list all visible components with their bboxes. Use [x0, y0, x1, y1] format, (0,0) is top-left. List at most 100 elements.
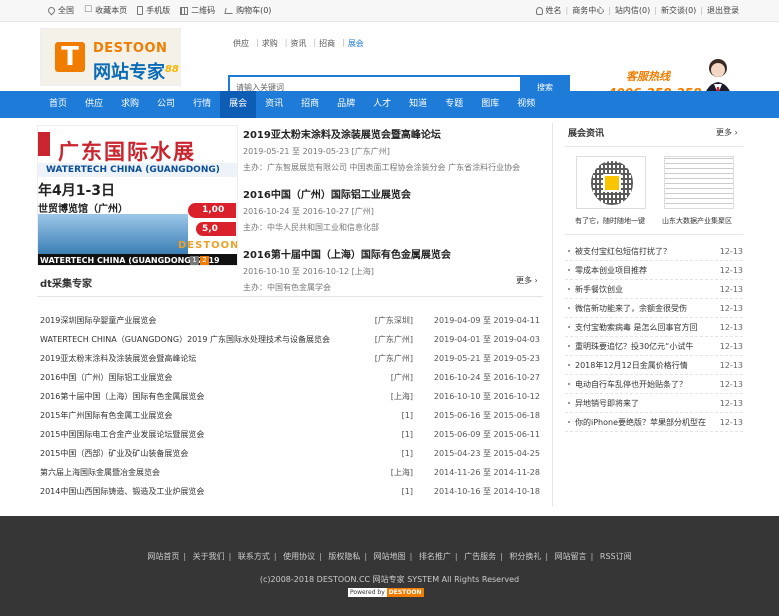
nav-item-expo[interactable]: 展会	[220, 91, 257, 118]
footer-link-contact[interactable]: 联系方式	[238, 552, 270, 561]
nav-item-invest[interactable]: 招商	[292, 91, 328, 118]
table-row[interactable]: 2019亚太粉末涂料及涂装展览会暨高峰论坛 [广东广州] 2019-05-21 至 …	[40, 349, 540, 368]
banner-logo	[38, 132, 50, 156]
nav-item-video[interactable]: 视频	[508, 91, 544, 118]
qrcode-image[interactable]	[576, 156, 646, 209]
featured-expos: 2019亚太粉末涂料及涂装展览会暨高峰论坛 2019-05-21 至 2019-…	[243, 126, 543, 306]
document-thumbnail[interactable]	[664, 156, 734, 209]
expo-banner[interactable]: 广东国际水展 WATERTECH CHINA (GUANGDONG) 年4月1-…	[37, 125, 238, 266]
header: T DESTOON 网站专家 88 供应 | 求购 | 资讯 | 招商 | 展会 请输入…	[0, 22, 779, 108]
region-link[interactable]: 全国	[46, 5, 74, 16]
table-row[interactable]: 2019深圳国际孕婴童产业展览会 [广东深圳] 2019-04-09 至 2019-…	[40, 311, 540, 330]
featured-expo-title[interactable]: 2016中国（广州）国际铝工业展览会	[243, 186, 543, 201]
list-item[interactable]: 支付宝勒索病毒 是怎么回事官方回 12-13	[565, 318, 743, 337]
right-more-link[interactable]: 更多 ›	[716, 127, 738, 138]
featured-expo-title[interactable]: 2016第十届中国（上海）国际有色金属展览会	[243, 246, 543, 261]
bookmark-label: 收藏本页	[95, 6, 128, 15]
featured-expo: 2019亚太粉末涂料及涂装展览会暨高峰论坛 2019-05-21 至 2019-…	[243, 126, 543, 173]
search-tab-buy[interactable]: 求购	[262, 38, 278, 49]
footer-link-ads[interactable]: 广告服务	[464, 552, 496, 561]
list-item[interactable]: 电动自行车乱停也开始贴条了？ 12-13	[565, 375, 743, 394]
phone-icon	[137, 6, 144, 15]
list-item[interactable]: 零成本创业项目推荐 12-13	[565, 261, 743, 280]
nav-item-talent[interactable]: 人才	[364, 91, 400, 118]
nav-item-news[interactable]: 资讯	[256, 91, 292, 118]
banner-date: 年4月1-3日	[38, 183, 116, 199]
list-item[interactable]: 2018年12月12日金属价格行情 12-13	[565, 356, 743, 375]
chevron-right-icon: ›	[734, 128, 738, 137]
banner-dot-2[interactable]: 2	[200, 256, 209, 265]
mobile-link[interactable]: 手机版	[137, 5, 170, 16]
featured-expo-date: 2019-05-21 至 2019-05-23 [广东广州]	[243, 147, 390, 156]
chevron-right-icon: ›	[534, 276, 538, 285]
list-item[interactable]: 你的iPhone要绝版？苹果部分机型在 12-13	[565, 413, 743, 432]
banner-dot-1[interactable]: 1	[190, 256, 199, 265]
featured-expo: 2016第十届中国（上海）国际有色金属展览会 2016-10-10 至 2016…	[243, 246, 543, 293]
search-tabs: 供应 | 求购 | 资讯 | 招商 | 展会	[233, 38, 364, 49]
hotline-title: 客服热线	[626, 70, 670, 83]
nav-item-know[interactable]: 知道	[400, 91, 436, 118]
footer-link-ranking[interactable]: 排名推广	[419, 552, 451, 561]
search-tab-news[interactable]: 资讯	[290, 38, 306, 49]
featured-expo-title[interactable]: 2019亚太粉末涂料及涂装展览会暨高峰论坛	[243, 126, 543, 141]
table-row[interactable]: 2014中国山西国际铸造、锻造及工业炉展览会 [1] 2014-10-16 至 20…	[40, 482, 540, 501]
table-row[interactable]: 2015年广州国际有色金属工业展览会 [1] 2015-06-16 至 2015-0…	[40, 406, 540, 425]
bookmark-link[interactable]: ☐ 收藏本页	[84, 5, 127, 16]
search-tab-expo[interactable]: 展会	[348, 38, 364, 49]
footer-link-terms[interactable]: 使用协议	[283, 552, 315, 561]
qrcode-caption[interactable]: 有了它，随时随地一键	[575, 216, 645, 226]
main-nav: 首页 供应 求购 公司 行情 展会 资讯 招商 品牌 人才 知道 专题 图库 视…	[0, 91, 779, 118]
qrcode-link[interactable]: 二维码	[180, 5, 215, 16]
banner-badge-1: 1,00	[188, 203, 236, 218]
featured-expo-date: 2016-10-10 至 2016-10-12 [上海]	[243, 267, 374, 276]
qrcode-label: 二维码	[191, 6, 216, 15]
news-list: 被支付宝红包短信打扰了？ 12-13 零成本创业项目推荐 12-13 新手餐饮创业 1…	[565, 242, 743, 432]
nav-item-brand[interactable]: 品牌	[328, 91, 364, 118]
nav-item-gallery[interactable]: 图库	[472, 91, 508, 118]
powered-by-badge[interactable]: Powered by DESTOON	[348, 588, 430, 597]
region-label: 全国	[58, 6, 74, 15]
table-row[interactable]: 2016第十届中国（上海）国际有色金属展览会 [上海] 2016-10-10 至 2…	[40, 387, 540, 406]
list-item[interactable]: 被支付宝红包短信打扰了？ 12-13	[565, 242, 743, 261]
nav-item-supply[interactable]: 供应	[76, 91, 112, 118]
footer-link-about[interactable]: 关于我们	[193, 552, 225, 561]
footer-link-rss[interactable]: RSS订阅	[600, 552, 632, 561]
featured-expo-org: 主办：中华人民共和国工业和信息化部	[243, 223, 379, 232]
nav-item-buy[interactable]: 求购	[112, 91, 148, 118]
footer-link-home[interactable]: 网站首页	[147, 552, 179, 561]
cart-link[interactable]: 购物车(0)	[224, 5, 271, 16]
table-row[interactable]: 第六届上海国际金属暨冶金展览会 [上海] 2014-11-26 至 2014-11-…	[40, 463, 540, 482]
section-more-link[interactable]: 更多 ›	[516, 275, 538, 286]
featured-expo-org: 主办：广东智展展览有限公司 中国表面工程协会涂装分会 广东省涂料行业协会	[243, 163, 521, 172]
site-logo[interactable]: T DESTOON 网站专家 88	[40, 28, 181, 86]
table-row[interactable]: 2016中国（广州）国际铝工业展览会 [广州] 2016-10-24 至 2016-…	[40, 368, 540, 387]
table-row[interactable]: 2015中国国际电工合金产业发展论坛暨展览会 [1] 2015-06-09 至 20…	[40, 425, 540, 444]
footer-link-points[interactable]: 积分换礼	[509, 552, 541, 561]
list-item[interactable]: 重明珠要追忆？投30亿元“小试牛 12-13	[565, 337, 743, 356]
nav-item-quote[interactable]: 行情	[184, 91, 220, 118]
search-tab-invest[interactable]: 招商	[319, 38, 335, 49]
table-row[interactable]: 2015中国（西部）矿业及矿山装备展览会 [1] 2015-04-23 至 2015…	[40, 444, 540, 463]
nav-item-company[interactable]: 公司	[148, 91, 184, 118]
logo-en: DESTOON	[93, 41, 168, 56]
document-caption[interactable]: 山东大数据产业集聚区	[662, 216, 732, 226]
banner-badge-2: 5,0	[196, 222, 236, 236]
table-row[interactable]: WATERTECH CHINA（GUANGDONG）2019 广东国际水处理技术…	[40, 330, 540, 349]
footer-link-privacy[interactable]: 版权隐私	[328, 552, 360, 561]
logout-link[interactable]: 退出登录	[707, 5, 739, 16]
search-tab-supply[interactable]: 供应	[233, 38, 249, 49]
footer-link-guestbook[interactable]: 网站留言	[555, 552, 587, 561]
banner-pager: 1 2	[189, 256, 209, 265]
list-item[interactable]: 新手餐饮创业 12-13	[565, 280, 743, 299]
nav-item-home[interactable]: 首页	[40, 91, 76, 118]
messages-link[interactable]: 站内信(0)	[615, 5, 650, 16]
nav-item-special[interactable]: 专题	[436, 91, 472, 118]
list-item[interactable]: 异地销号即将来了 12-13	[565, 394, 743, 413]
featured-expo-date: 2016-10-24 至 2016-10-27 [广州]	[243, 207, 374, 216]
business-center-link[interactable]: 商务中心	[572, 5, 604, 16]
list-item[interactable]: 微信新功能来了，余额金很受伤 12-13	[565, 299, 743, 318]
footer-link-sitemap[interactable]: 网站地图	[374, 552, 406, 561]
chat-link[interactable]: 新交谈(0)	[661, 5, 696, 16]
banner-title: 广东国际水展	[58, 140, 196, 164]
username-link[interactable]: 姓名	[546, 5, 562, 16]
